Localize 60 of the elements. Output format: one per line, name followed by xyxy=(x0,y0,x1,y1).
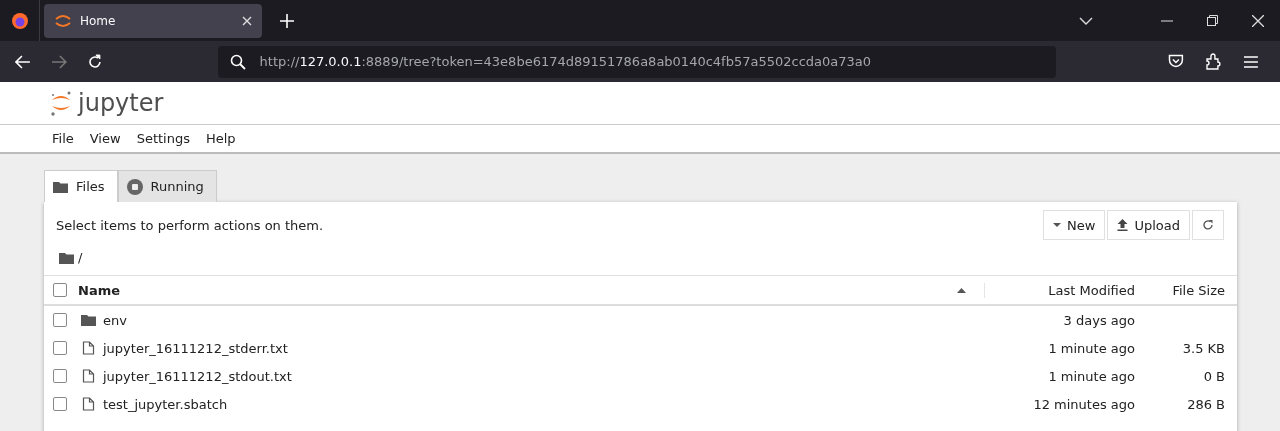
refresh-icon xyxy=(1202,219,1214,231)
file-name[interactable]: jupyter_16111212_stdout.txt xyxy=(103,368,985,384)
toolbar-button[interactable]: Upload xyxy=(1107,210,1190,240)
column-header[interactable]: Name xyxy=(78,282,957,298)
file-size: 286 B xyxy=(1186,396,1225,412)
modified-time: 1 minute ago xyxy=(1047,340,1135,356)
breadcrumb-path[interactable]: / xyxy=(78,250,83,265)
folder-icon[interactable] xyxy=(59,251,74,264)
pocket-icon[interactable] xyxy=(1168,54,1185,69)
back-arrow-icon[interactable] xyxy=(15,54,31,69)
browser-logo-icon[interactable] xyxy=(10,11,29,30)
file-icon xyxy=(81,397,96,411)
url-text: http://127.0.0.1:8889/tree?token=43e8be6174d89151786a8ab0140c4fb57a5502ccda0a73a0 xyxy=(259,54,872,69)
jupyter-logo[interactable]: jupyter xyxy=(50,89,164,117)
file-name[interactable]: jupyter_16111212_stderr.txt xyxy=(103,340,985,356)
folder-icon xyxy=(53,180,68,193)
menu-icon[interactable] xyxy=(1244,55,1258,68)
modified-time: 12 minutes ago xyxy=(1032,396,1135,412)
file-name[interactable]: test_jupyter.sbatch xyxy=(103,396,985,412)
column-header[interactable]: Last Modified xyxy=(984,282,1135,298)
address-bar[interactable]: http://127.0.0.1:8889/tree?token=43e8be6174d89151786a8ab0140c4fb57a5502ccda0a73a0 xyxy=(217,45,1057,78)
hint-text: Select items to perform actions on them. xyxy=(56,217,324,233)
menu-item[interactable]: View xyxy=(81,131,129,146)
checkbox[interactable] xyxy=(53,313,67,327)
modified-time: 1 minute ago xyxy=(1047,368,1135,384)
checkbox[interactable] xyxy=(53,397,67,411)
folder-icon xyxy=(81,314,96,326)
puzzle-icon[interactable] xyxy=(1206,53,1223,70)
column-header[interactable]: File Size xyxy=(1135,282,1225,298)
file-icon xyxy=(81,369,96,383)
checkbox[interactable] xyxy=(53,283,67,297)
close-icon[interactable] xyxy=(1252,14,1264,27)
file-size: 0 B xyxy=(1202,368,1225,384)
modified-time: 3 days ago xyxy=(1062,312,1135,328)
reload-icon[interactable] xyxy=(86,53,103,70)
minimize-icon[interactable] xyxy=(1161,19,1173,22)
file-size: 3.5 KB xyxy=(1181,340,1225,356)
plus-icon[interactable] xyxy=(280,13,294,28)
toolbar-button[interactable] xyxy=(1192,210,1224,240)
toolbar-button[interactable]: New xyxy=(1043,210,1106,240)
jupyter-logo-icon xyxy=(54,13,72,28)
search-icon xyxy=(229,53,246,70)
browser-tab[interactable]: Home xyxy=(44,3,262,38)
stop-icon xyxy=(126,178,143,195)
checkbox[interactable] xyxy=(53,341,67,355)
file-icon xyxy=(81,341,96,355)
close-icon[interactable] xyxy=(242,15,252,26)
menu-item[interactable]: Help xyxy=(197,131,244,146)
tab[interactable]: Files xyxy=(44,170,118,202)
sort-arrow-icon[interactable] xyxy=(957,287,966,293)
menu-item[interactable]: File xyxy=(44,131,82,146)
upload-icon xyxy=(1117,219,1129,231)
checkbox[interactable] xyxy=(53,369,67,383)
chevron-down-icon[interactable] xyxy=(1079,16,1093,25)
tab[interactable]: Running xyxy=(117,170,217,202)
caret-icon xyxy=(1053,223,1062,227)
file-name[interactable]: env xyxy=(103,312,985,328)
menu-item[interactable]: Settings xyxy=(128,131,198,146)
restore-icon[interactable] xyxy=(1207,15,1218,26)
forward-arrow-icon[interactable] xyxy=(50,54,67,69)
